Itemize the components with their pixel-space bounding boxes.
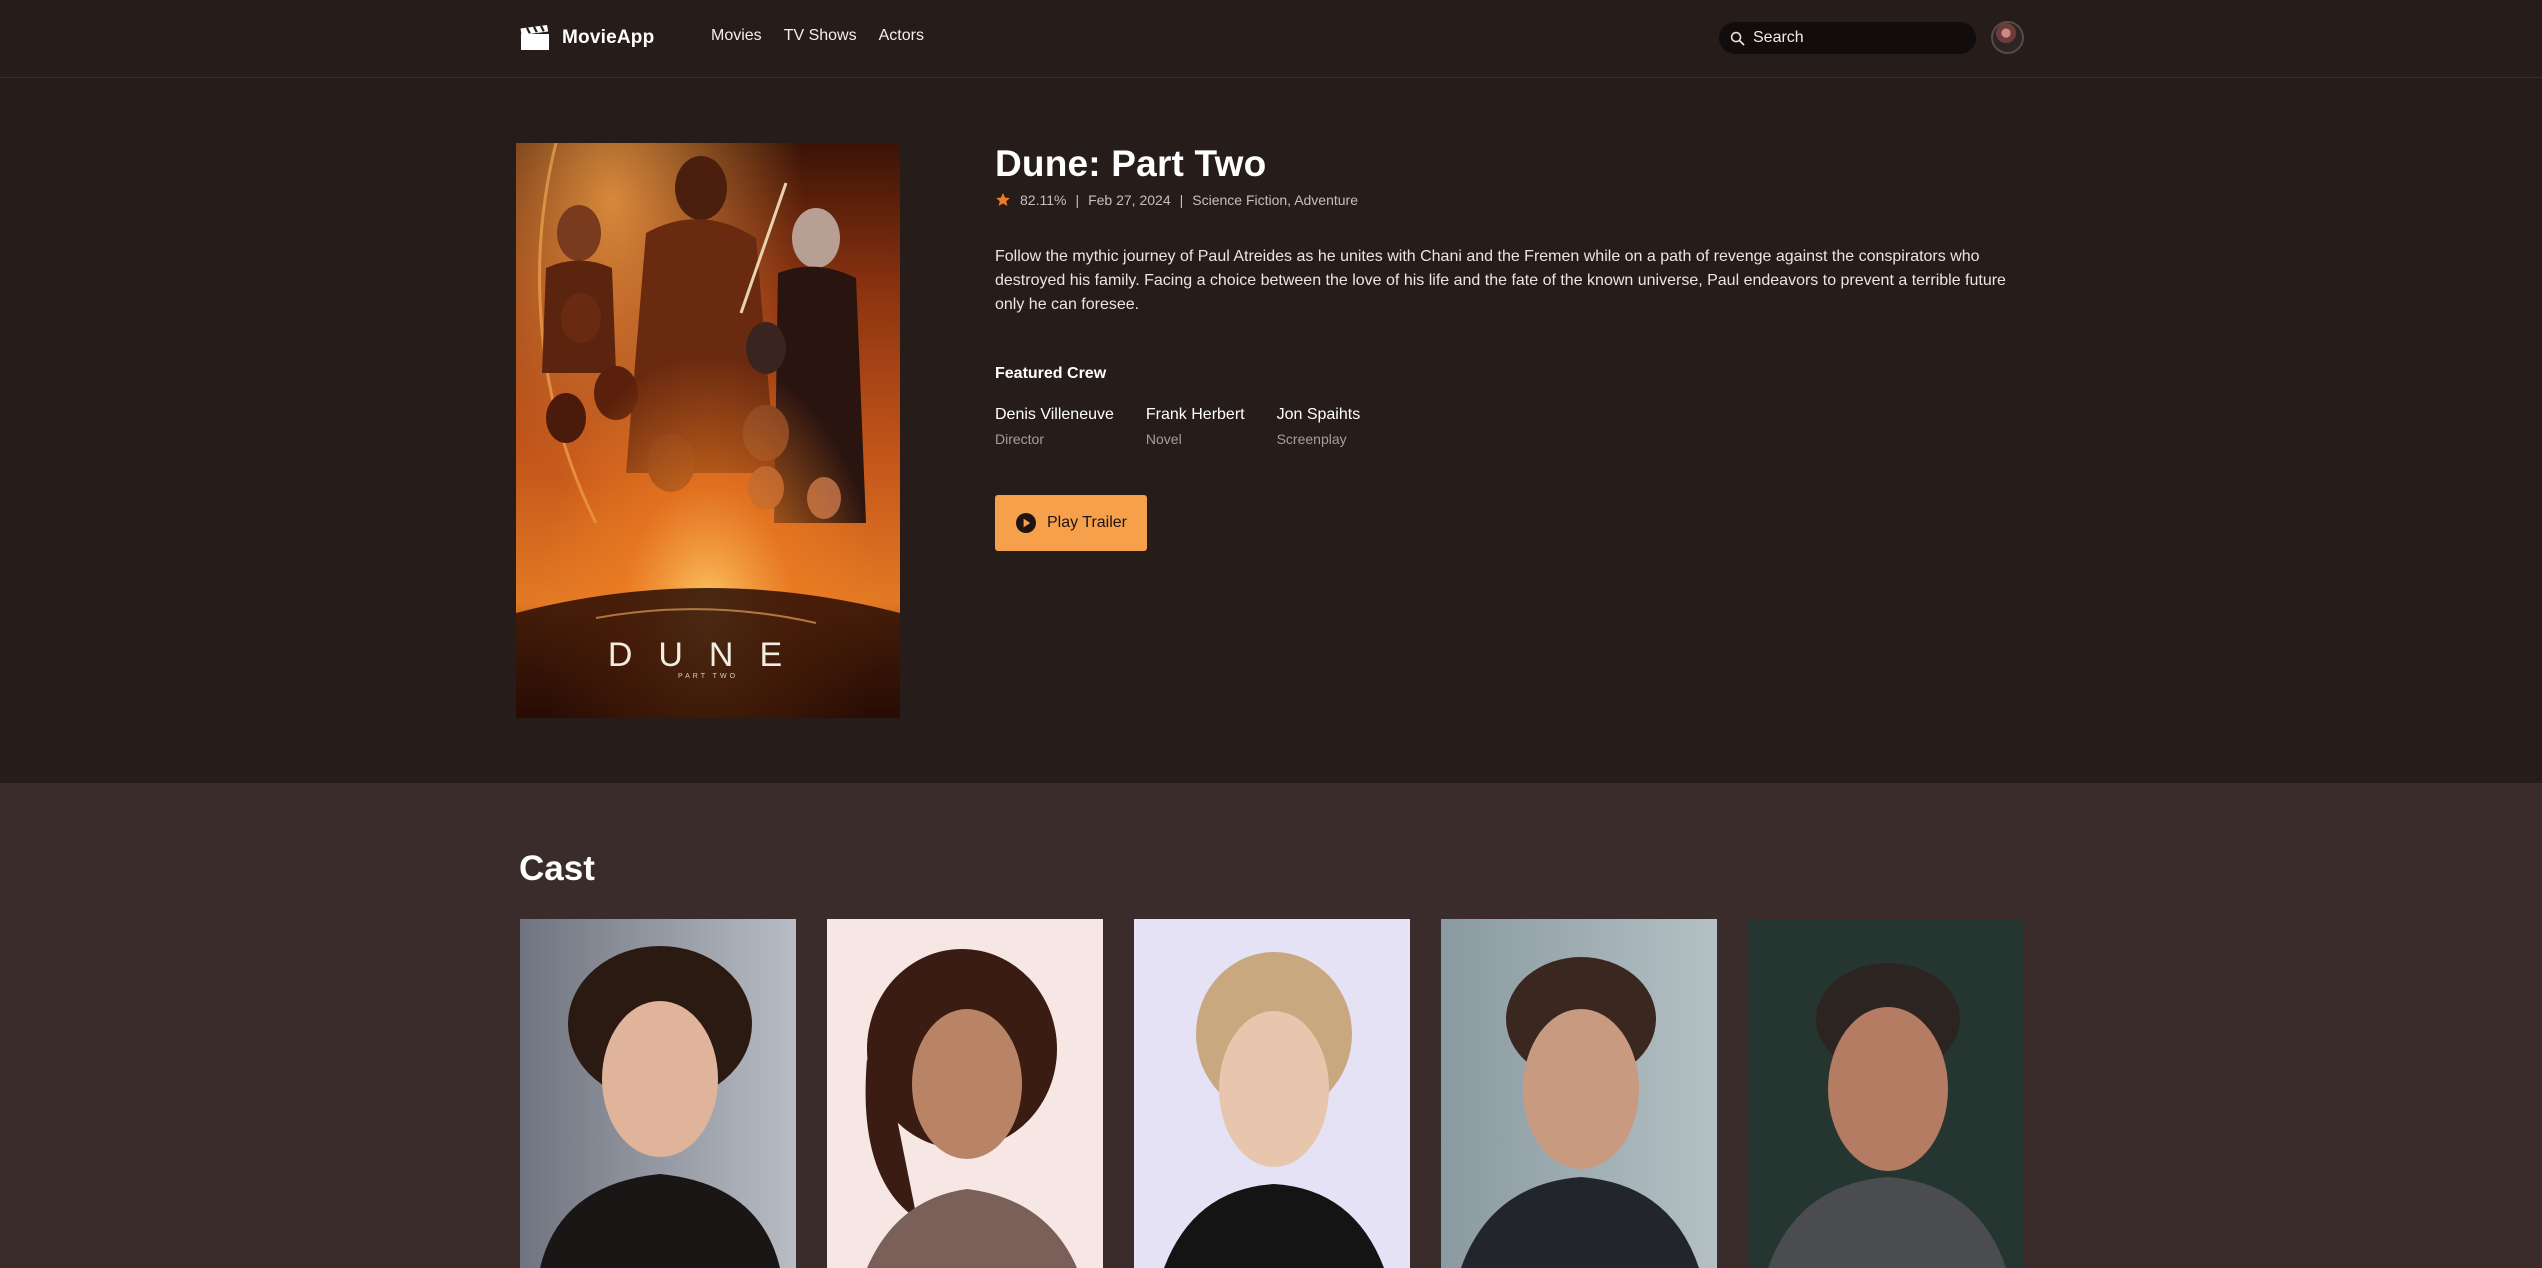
crew-role: Director [995,431,1045,447]
cast-photo [520,919,796,1268]
cast-photo [827,919,1103,1268]
cast-card[interactable] [1441,919,1717,1268]
featured-crew-heading: Featured Crew [995,365,1107,382]
top-navbar: MovieApp Movies TV Shows Actors [0,0,2542,78]
play-trailer-label: Play Trailer [1046,514,1128,531]
crew-list: Denis Villeneuve Director Frank Herbert … [995,406,1360,447]
crew-name: Jon Spaihts [1276,406,1361,423]
crew-role: Novel [1145,431,1182,447]
app-logo[interactable]: MovieApp [520,24,654,52]
crew-member: Denis Villeneuve Director [995,406,1114,447]
cast-photo [1748,919,2024,1268]
app-name: MovieApp [562,27,655,48]
cast-section: Cast [0,783,2542,1268]
crew-name: Denis Villeneuve [995,406,1114,423]
user-avatar[interactable] [1991,21,2024,54]
meta-separator: | [1179,192,1184,208]
cast-photo [1134,919,1410,1268]
main-nav: Movies TV Shows Actors [711,27,924,45]
search-box [1719,22,1976,54]
genres: Science Fiction, Adventure [1192,192,1359,208]
meta-separator: | [1075,192,1080,208]
movie-poster: DUNE PART TWO [516,143,900,718]
cast-card[interactable] [1748,919,2024,1268]
play-circle-icon [1015,513,1036,533]
release-date: Feb 27, 2024 [1088,192,1171,208]
nav-movies[interactable]: Movies [711,27,762,45]
search-input[interactable] [1753,29,1953,47]
crew-role: Screenplay [1276,431,1347,447]
nav-actors[interactable]: Actors [879,27,924,45]
cast-photo [1441,919,1717,1268]
movie-title: Dune: Part Two [995,143,1267,184]
crew-member: Jon Spaihts Screenplay [1277,406,1361,447]
star-icon [996,193,1010,206]
crew-member: Frank Herbert Novel [1146,406,1245,447]
rating-value: 82.11% [1020,192,1067,208]
movie-overview: Follow the mythic journey of Paul Atreid… [995,248,2006,313]
cast-card[interactable] [520,919,796,1268]
nav-tv-shows[interactable]: TV Shows [784,27,857,45]
clapperboard-icon [520,25,549,50]
play-trailer-button[interactable]: Play Trailer [995,495,1147,551]
cast-heading: Cast [519,849,595,888]
crew-name: Frank Herbert [1145,406,1245,423]
poster-subtitle: PART TWO [678,673,738,680]
movie-meta: 82.11% | Feb 27, 2024 | Science Fiction,… [995,192,1358,208]
cast-card[interactable] [1134,919,1410,1268]
cast-card[interactable] [827,919,1103,1268]
poster-title: DUNE [608,636,808,674]
search-icon [1730,31,1745,45]
